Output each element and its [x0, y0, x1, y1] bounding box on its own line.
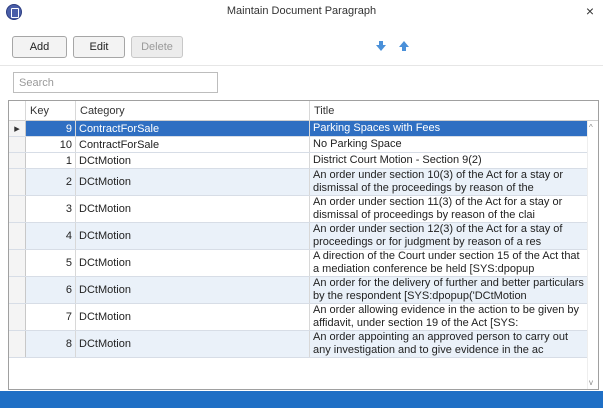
close-button[interactable]: ×	[583, 3, 597, 19]
row-indicator	[9, 250, 26, 276]
key-field-cell: 9	[26, 121, 76, 136]
search-input[interactable]	[13, 72, 218, 93]
column-header-title[interactable]: Title	[310, 101, 598, 121]
table-row[interactable]: 5 DCtMotion A direction of the Court und…	[9, 250, 587, 277]
window-title: Maintain Document Paragraph	[226, 5, 377, 17]
edit-button[interactable]: Edit	[73, 36, 125, 58]
row-selected-indicator-icon: ▸	[9, 121, 26, 136]
category-cell: DCtMotion	[76, 331, 310, 357]
table-row[interactable]: 7 DCtMotion An order allowing evidence i…	[9, 304, 587, 331]
category-cell: ContractForSale	[76, 121, 310, 136]
column-header-category[interactable]: Category	[76, 101, 310, 121]
key-field-cell: 4	[26, 223, 76, 249]
toolbar: Add Edit Delete	[0, 24, 603, 66]
grid-header: Key Field Category Title	[9, 101, 598, 137]
table-row[interactable]: ▸ 9 ContractForSale Parking Spaces with …	[9, 121, 587, 137]
row-indicator	[9, 223, 26, 249]
key-field-cell: 6	[26, 277, 76, 303]
title-bar: Maintain Document Paragraph ×	[0, 0, 603, 24]
category-cell: DCtMotion	[76, 250, 310, 276]
title-cell: An order under section 11(3) of the Act …	[313, 196, 563, 221]
category-cell: ContractForSale	[76, 137, 310, 152]
title-cell: Parking Spaces with Fees	[313, 122, 441, 134]
title-cell: An order allowing evidence in the action…	[313, 304, 580, 329]
add-button[interactable]: Add	[12, 36, 67, 58]
arrow-up-icon[interactable]	[399, 41, 409, 51]
table-row[interactable]: 4 DCtMotion An order under section 12(3)…	[9, 223, 587, 250]
row-indicator	[9, 196, 26, 222]
paragraph-grid: Key Field Category Title ▸ 9 ContractFor…	[8, 100, 599, 390]
table-row[interactable]: 2 DCtMotion An order under section 10(3)…	[9, 169, 587, 196]
title-cell: An order under section 10(3) of the Act …	[313, 169, 564, 194]
table-row[interactable]: 1 DCtMotion District Court Motion - Sect…	[9, 153, 587, 169]
key-field-cell: 3	[26, 196, 76, 222]
category-cell: DCtMotion	[76, 277, 310, 303]
status-bar	[0, 391, 603, 408]
row-indicator-header	[9, 101, 26, 121]
table-row[interactable]: 6 DCtMotion An order for the delivery of…	[9, 277, 587, 304]
row-indicator	[9, 137, 26, 152]
key-field-cell: 2	[26, 169, 76, 195]
row-indicator	[9, 153, 26, 168]
title-cell: No Parking Space	[313, 138, 402, 150]
key-field-cell: 5	[26, 250, 76, 276]
key-field-cell: 10	[26, 137, 76, 152]
row-indicator	[9, 277, 26, 303]
key-field-cell: 8	[26, 331, 76, 357]
category-cell: DCtMotion	[76, 223, 310, 249]
row-indicator	[9, 169, 26, 195]
category-cell: DCtMotion	[76, 169, 310, 195]
scroll-up-icon[interactable]: ^	[589, 123, 593, 132]
table-row[interactable]: 8 DCtMotion An order appointing an appro…	[9, 331, 587, 358]
table-row[interactable]: 3 DCtMotion An order under section 11(3)…	[9, 196, 587, 223]
scroll-down-icon[interactable]: v	[589, 378, 593, 387]
title-cell: An order appointing an approved person t…	[313, 331, 568, 356]
key-field-cell: 7	[26, 304, 76, 330]
row-indicator	[9, 331, 26, 357]
title-cell: An order under section 12(3) of the Act …	[313, 223, 563, 248]
table-row[interactable]: 10 ContractForSale No Parking Space	[9, 137, 587, 153]
key-field-cell: 1	[26, 153, 76, 168]
category-cell: DCtMotion	[76, 196, 310, 222]
title-cell: A direction of the Court under section 1…	[313, 250, 580, 275]
title-cell: District Court Motion - Section 9(2)	[313, 154, 482, 166]
vertical-scrollbar[interactable]: ^ v	[587, 121, 598, 389]
category-cell: DCtMotion	[76, 153, 310, 168]
title-cell: An order for the delivery of further and…	[313, 277, 584, 302]
arrow-down-icon[interactable]	[376, 41, 386, 51]
delete-button[interactable]: Delete	[131, 36, 183, 58]
column-header-key-field[interactable]: Key Field	[26, 101, 76, 137]
category-cell: DCtMotion	[76, 304, 310, 330]
row-indicator	[9, 304, 26, 330]
